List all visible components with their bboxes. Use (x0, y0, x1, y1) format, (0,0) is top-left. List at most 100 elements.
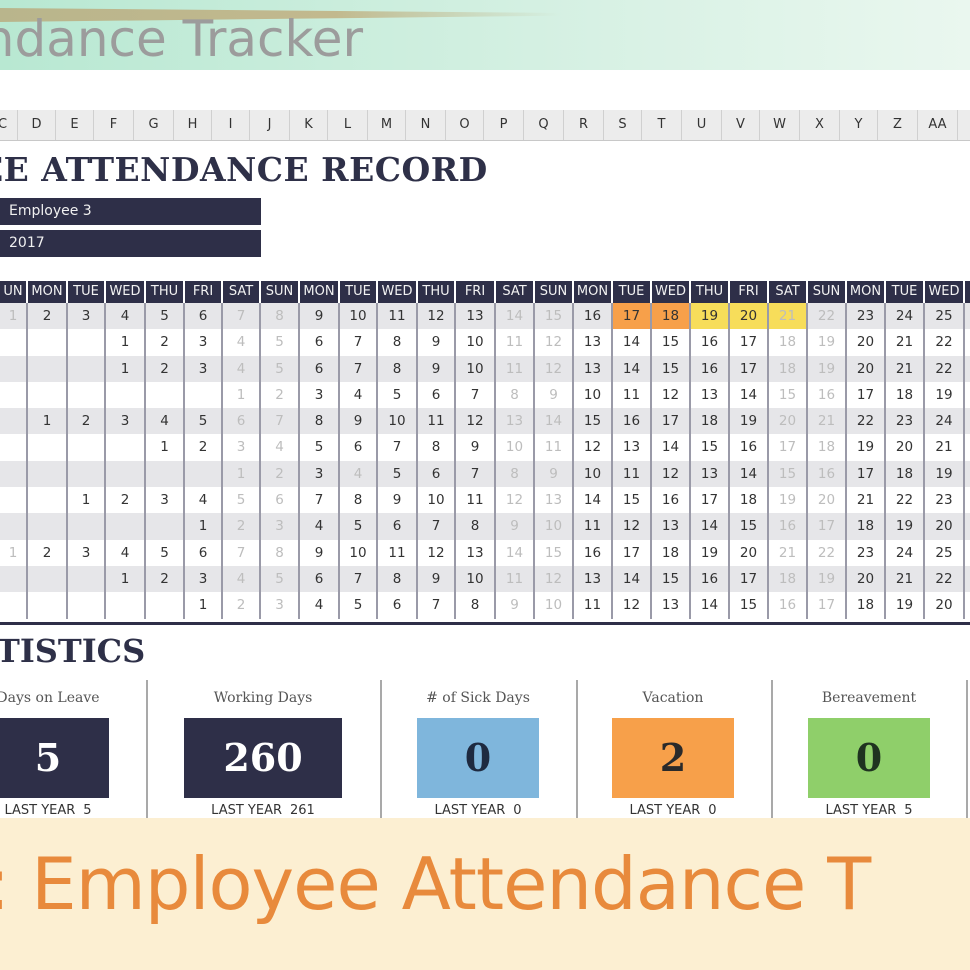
day-cell[interactable]: 13 (456, 303, 496, 330)
empty-day-cell[interactable] (0, 487, 28, 514)
day-cell[interactable]: 15 (652, 329, 691, 356)
day-cell[interactable]: 5 (146, 303, 185, 330)
day-cell[interactable]: 3 (185, 565, 223, 593)
day-cell[interactable]: 18 (652, 303, 691, 330)
day-cell[interactable]: 13 (574, 329, 613, 356)
day-cell[interactable]: 17 (613, 303, 652, 330)
day-cell[interactable]: 14 (613, 565, 652, 593)
day-cell[interactable]: 19 (925, 381, 965, 409)
day-cell[interactable]: 12 (456, 408, 496, 435)
day-cell[interactable]: 17 (691, 487, 730, 514)
day-cell[interactable]: 16 (769, 513, 808, 540)
day-cell[interactable]: 15 (652, 355, 691, 382)
day-cell[interactable]: 12 (613, 513, 652, 540)
day-cell[interactable]: 10 (535, 513, 574, 540)
column-letter-header[interactable]: AA (918, 110, 958, 140)
day-cell[interactable]: 6 (300, 565, 340, 593)
day-cell[interactable]: 7 (378, 434, 418, 461)
day-cell[interactable]: 22 (886, 487, 925, 514)
day-cell[interactable]: 17 (808, 592, 847, 619)
day-cell[interactable]: 19 (730, 408, 769, 435)
day-cell[interactable]: 20 (730, 539, 769, 566)
day-cell[interactable]: 12 (496, 487, 535, 514)
column-letter-header[interactable]: L (328, 110, 368, 140)
day-cell[interactable]: 9 (496, 513, 535, 540)
day-cell[interactable]: 15 (769, 381, 808, 409)
day-cell[interactable]: 5 (261, 355, 300, 382)
day-cell[interactable]: 16 (808, 381, 847, 409)
column-letter-header[interactable]: C (0, 110, 18, 140)
empty-day-cell[interactable] (28, 434, 68, 461)
day-cell[interactable]: 7 (340, 355, 378, 382)
day-cell[interactable]: 6 (378, 513, 418, 540)
empty-day-cell[interactable] (146, 513, 185, 540)
day-cell[interactable]: 20 (925, 513, 965, 540)
day-cell[interactable]: 3 (68, 539, 106, 566)
empty-day-cell[interactable] (68, 513, 106, 540)
day-cell[interactable]: 11 (574, 513, 613, 540)
empty-day-cell[interactable] (28, 355, 68, 382)
day-cell[interactable]: 1 (106, 329, 146, 356)
day-cell[interactable]: 21 (886, 329, 925, 356)
day-cell[interactable]: 14 (496, 303, 535, 330)
column-letter-header[interactable]: O (446, 110, 484, 140)
empty-day-cell[interactable] (146, 381, 185, 409)
day-cell[interactable]: 9 (378, 487, 418, 514)
day-cell[interactable]: 7 (300, 487, 340, 514)
day-cell[interactable]: 22 (847, 408, 886, 435)
day-cell[interactable]: 7 (418, 513, 456, 540)
day-cell[interactable]: 6 (185, 303, 223, 330)
day-cell[interactable]: 18 (808, 434, 847, 461)
day-cell[interactable]: 11 (535, 434, 574, 461)
day-cell[interactable]: 4 (340, 460, 378, 488)
day-cell[interactable]: 16 (769, 592, 808, 619)
day-cell[interactable]: 24 (925, 408, 965, 435)
day-cell[interactable]: 16 (691, 329, 730, 356)
day-cell[interactable]: 2 (261, 460, 300, 488)
day-cell[interactable]: 6 (223, 408, 261, 435)
empty-day-cell[interactable] (28, 513, 68, 540)
day-cell[interactable]: 11 (378, 303, 418, 330)
day-cell[interactable]: 3 (185, 355, 223, 382)
day-cell[interactable]: 3 (261, 513, 300, 540)
day-cell[interactable]: 16 (808, 460, 847, 488)
day-cell[interactable]: 7 (340, 565, 378, 593)
day-cell[interactable]: 17 (730, 565, 769, 593)
day-cell[interactable]: 14 (535, 408, 574, 435)
day-cell[interactable]: 10 (340, 539, 378, 566)
day-cell[interactable]: 7 (340, 329, 378, 356)
day-cell[interactable]: 2 (146, 565, 185, 593)
empty-day-cell[interactable] (68, 565, 106, 593)
empty-day-cell[interactable] (0, 381, 28, 409)
column-letter-header[interactable]: H (174, 110, 212, 140)
empty-day-cell[interactable] (28, 565, 68, 593)
day-cell[interactable]: 23 (847, 303, 886, 330)
day-cell[interactable]: 2 (68, 408, 106, 435)
day-cell[interactable]: 9 (535, 381, 574, 409)
day-cell[interactable]: 3 (106, 408, 146, 435)
day-cell[interactable]: 8 (418, 434, 456, 461)
day-cell[interactable]: 3 (185, 329, 223, 356)
day-cell[interactable]: 2 (261, 381, 300, 409)
day-cell[interactable]: 23 (847, 539, 886, 566)
day-cell[interactable]: 1 (68, 487, 106, 514)
day-cell[interactable]: 14 (730, 381, 769, 409)
day-cell[interactable]: 21 (886, 565, 925, 593)
day-cell[interactable]: 21 (925, 434, 965, 461)
column-letter-header[interactable]: E (56, 110, 94, 140)
empty-day-cell[interactable] (146, 460, 185, 488)
day-cell[interactable]: 22 (808, 303, 847, 330)
day-cell[interactable]: 13 (496, 408, 535, 435)
day-cell[interactable]: 19 (808, 565, 847, 593)
day-cell[interactable]: 1 (223, 460, 261, 488)
day-cell[interactable]: 15 (769, 460, 808, 488)
empty-day-cell[interactable] (28, 487, 68, 514)
column-letter-header[interactable]: J (250, 110, 290, 140)
day-cell[interactable]: 3 (223, 434, 261, 461)
day-cell[interactable]: 22 (925, 329, 965, 356)
day-cell[interactable]: 15 (613, 487, 652, 514)
empty-day-cell[interactable] (28, 460, 68, 488)
column-letter-header[interactable]: F (94, 110, 134, 140)
day-cell[interactable]: 10 (378, 408, 418, 435)
column-letter-header[interactable]: K (290, 110, 328, 140)
